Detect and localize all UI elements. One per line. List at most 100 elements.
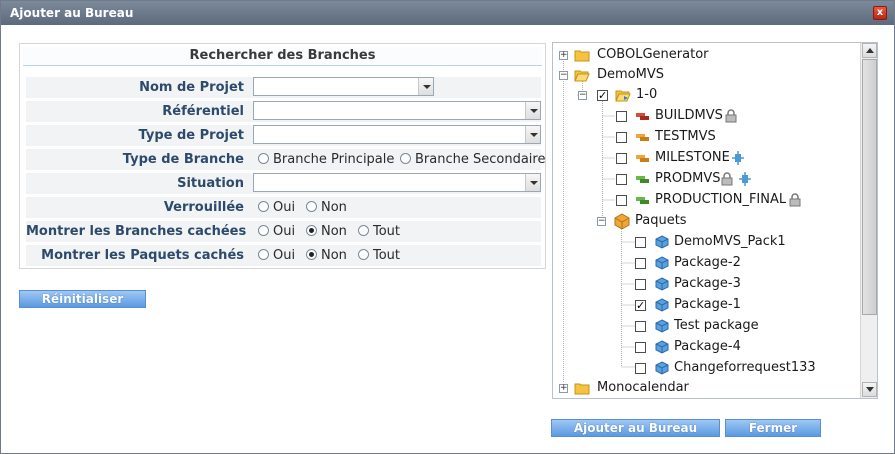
radio-branches-non[interactable]: Non <box>306 222 347 241</box>
radio-icon[interactable] <box>306 201 317 212</box>
checkbox[interactable] <box>616 153 627 164</box>
tree-node[interactable]: MILESTONE <box>553 148 853 168</box>
chevron-down-icon[interactable] <box>525 126 540 143</box>
package-icon <box>655 340 669 354</box>
dialog-titlebar[interactable]: Ajouter au Bureau x <box>1 1 894 25</box>
branch-orange-icon <box>636 134 649 141</box>
label-type-projet: Type de Projet <box>138 128 244 143</box>
branch-green-icon <box>636 176 649 183</box>
tree-node[interactable]: Changeforrequest133 <box>553 358 853 378</box>
checkbox[interactable] <box>616 195 627 206</box>
radio-icon[interactable] <box>258 249 269 260</box>
scroll-up-icon[interactable] <box>862 43 877 58</box>
radio-verrouillee-oui[interactable]: Oui <box>258 198 295 217</box>
radio-icon[interactable] <box>258 153 269 164</box>
checkbox[interactable] <box>635 342 646 353</box>
tree-node[interactable]: Package-3 <box>553 274 853 294</box>
radio-branches-tout[interactable]: Tout <box>358 222 400 241</box>
radio-icon[interactable] <box>258 225 269 236</box>
type-projet-select[interactable] <box>253 125 541 144</box>
checkbox[interactable] <box>635 279 646 290</box>
label-branches-cachees: Montrer les Branches cachées <box>26 224 247 239</box>
checkbox-checked[interactable]: ✓ <box>635 300 646 311</box>
row-type-projet: Type de Projet <box>26 125 541 146</box>
label-verrouillee: Verrouillée <box>163 200 244 215</box>
row-type-branche: Type de Branche Branche Principale Branc… <box>26 149 545 170</box>
tree-node[interactable]: Package-4 <box>553 337 853 357</box>
checkbox[interactable] <box>616 132 627 143</box>
branch-red-icon <box>636 113 649 120</box>
chevron-down-icon[interactable] <box>525 174 540 191</box>
checkbox[interactable] <box>635 237 646 248</box>
radio-paquets-non[interactable]: Non <box>306 246 347 265</box>
collapse-minus-icon[interactable]: − <box>597 217 606 226</box>
checkbox[interactable] <box>616 111 627 122</box>
row-verrouillee: Verrouillée Oui Non <box>26 197 541 218</box>
row-situation: Situation <box>26 173 541 194</box>
tree-node[interactable]: DemoMVS_Pack1 <box>553 232 853 252</box>
referentiel-select[interactable] <box>253 101 541 120</box>
lock-icon <box>721 172 733 186</box>
add-to-desktop-dialog: Ajouter au Bureau x Rechercher des Branc… <box>0 0 895 454</box>
close-icon[interactable]: x <box>873 6 887 20</box>
radio-icon[interactable] <box>358 225 369 236</box>
collapse-minus-icon[interactable]: − <box>559 71 568 80</box>
radio-icon[interactable] <box>258 201 269 212</box>
checkbox[interactable] <box>635 363 646 374</box>
tree-node[interactable]: + Monocalendar <box>553 378 853 398</box>
package-icon <box>655 277 669 291</box>
collapse-minus-icon[interactable]: − <box>578 91 587 100</box>
tree-node[interactable]: Test package <box>553 316 853 336</box>
tree-node[interactable]: ✓ Package-1 <box>553 295 853 315</box>
package-icon <box>655 256 669 270</box>
package-icon <box>655 319 669 333</box>
link-icon <box>732 151 744 165</box>
radio-selected-icon[interactable] <box>306 249 317 260</box>
tree-node[interactable]: Package-2 <box>553 253 853 273</box>
checkbox[interactable] <box>635 258 646 269</box>
tree-node[interactable]: TESTMVS <box>553 127 853 147</box>
scroll-down-icon[interactable] <box>862 382 877 397</box>
scrollbar-thumb[interactable] <box>862 59 877 315</box>
radio-branche-principale[interactable]: Branche Principale <box>258 150 394 169</box>
dialog-title: Ajouter au Bureau <box>10 6 134 20</box>
checkbox[interactable] <box>616 174 627 185</box>
radio-branches-oui[interactable]: Oui <box>258 222 295 241</box>
tree-node[interactable]: PRODMVS <box>553 169 853 189</box>
tree-node[interactable]: − ✓ 1-0 <box>553 85 853 105</box>
radio-verrouillee-non[interactable]: Non <box>306 198 347 217</box>
label-nom-projet: Nom de Projet <box>139 80 244 95</box>
branch-tree-panel: + COBOLGenerator − DemoMVS − ✓ 1-0 BUILD… <box>552 42 878 399</box>
tree-node[interactable]: PRODUCTION_FINAL <box>553 190 853 210</box>
tree-node[interactable]: BUILDMVS <box>553 106 853 126</box>
radio-paquets-oui[interactable]: Oui <box>258 246 295 265</box>
chevron-down-icon[interactable] <box>418 78 433 95</box>
checkbox-checked[interactable]: ✓ <box>597 90 608 101</box>
radio-paquets-tout[interactable]: Tout <box>358 246 400 265</box>
situation-select[interactable] <box>253 173 541 192</box>
chevron-down-icon[interactable] <box>525 102 540 119</box>
row-nom-projet: Nom de Projet <box>26 77 541 98</box>
reset-button[interactable]: Réinitialiser <box>19 290 146 308</box>
expand-plus-icon[interactable]: + <box>559 384 568 393</box>
package-icon <box>655 235 669 249</box>
nom-projet-combobox[interactable] <box>253 77 434 96</box>
radio-selected-icon[interactable] <box>306 225 317 236</box>
tree-node[interactable]: + COBOLGenerator <box>553 45 853 65</box>
tree-scrollbar[interactable] <box>860 43 877 398</box>
label-type-branche: Type de Branche <box>122 152 244 167</box>
radio-icon[interactable] <box>400 153 411 164</box>
add-to-desktop-button[interactable]: Ajouter au Bureau <box>551 419 720 437</box>
branch-orange-icon <box>636 155 649 162</box>
package-box-icon <box>614 213 630 229</box>
close-button[interactable]: Fermer <box>725 419 821 437</box>
expand-plus-icon[interactable]: + <box>559 51 568 60</box>
checkbox[interactable] <box>635 321 646 332</box>
radio-branche-secondaire[interactable]: Branche Secondaire <box>400 150 545 169</box>
folder-open-icon <box>615 90 631 102</box>
row-paquets-caches: Montrer les Paquets cachés Oui Non Tout <box>26 245 541 266</box>
radio-icon[interactable] <box>358 249 369 260</box>
search-branches-panel: Rechercher des Branches Nom de Projet Ré… <box>19 43 546 269</box>
tree-node[interactable]: − DemoMVS <box>553 65 853 85</box>
tree-node[interactable]: − Paquets <box>553 211 853 231</box>
